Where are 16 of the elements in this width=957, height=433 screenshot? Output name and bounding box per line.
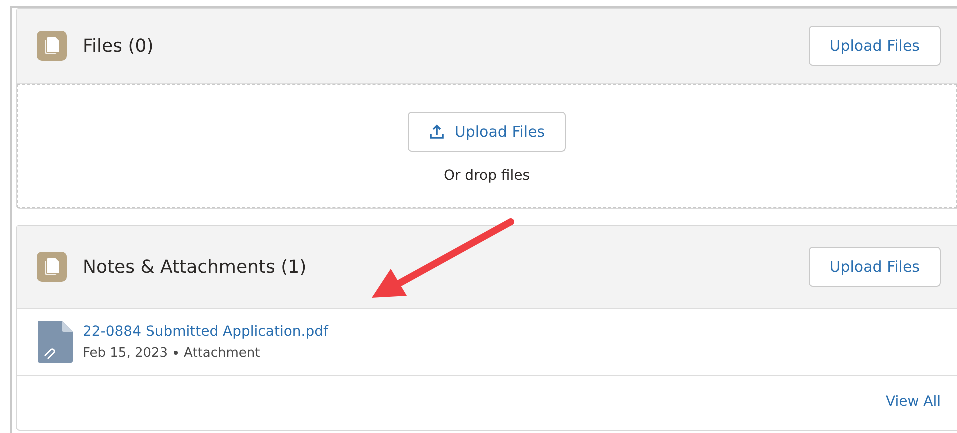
upload-icon <box>428 124 445 140</box>
upload-files-button[interactable]: Upload Files <box>808 26 941 66</box>
upload-files-button[interactable]: Upload Files <box>408 112 566 152</box>
drop-hint: Or drop files <box>444 168 530 184</box>
file-type: Attachment <box>184 346 260 360</box>
drop-zone[interactable]: Upload Files Or drop files <box>17 84 957 208</box>
bullet-icon <box>174 351 178 355</box>
document-icon <box>37 252 67 282</box>
file-attachment-icon <box>37 321 73 363</box>
view-all-link[interactable]: View All <box>886 394 941 430</box>
file-link[interactable]: 22-0884 Submitted Application.pdf <box>83 324 328 340</box>
card-title: Notes & Attachments (1) <box>83 256 308 278</box>
file-date: Feb 15, 2023 <box>83 346 168 360</box>
card-title: Files (0) <box>83 36 155 56</box>
upload-files-button[interactable]: Upload Files <box>808 247 941 287</box>
document-icon <box>37 31 67 61</box>
